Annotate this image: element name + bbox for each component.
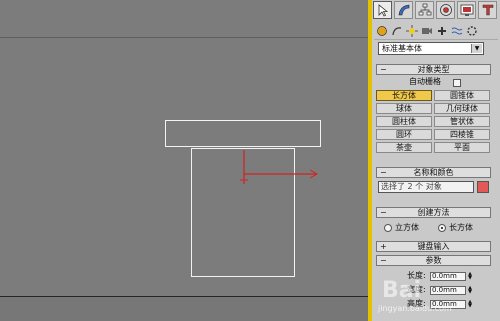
autogrid-checkbox[interactable] bbox=[453, 79, 461, 87]
pyramid-button[interactable]: 四棱锥 bbox=[434, 129, 490, 140]
transform-gizmo-icon[interactable] bbox=[230, 150, 330, 200]
name-color-rollout-header[interactable]: − 名称和颜色 bbox=[376, 167, 491, 178]
rollout-title: 创建方法 bbox=[417, 208, 450, 217]
lights-icon[interactable] bbox=[404, 24, 419, 38]
height-label: 高度: bbox=[407, 299, 426, 308]
box-radio-label: 长方体 bbox=[449, 223, 473, 232]
height-spinner[interactable]: 0.0mm bbox=[430, 300, 466, 309]
hierarchy-tab-icon[interactable] bbox=[415, 1, 434, 19]
cylinder-button[interactable]: 圆柱体 bbox=[376, 116, 432, 127]
cube-radio-label: 立方体 bbox=[395, 223, 419, 232]
creation-method-rollout-header[interactable]: − 创建方法 bbox=[376, 207, 491, 218]
rollout-collapse-icon: − bbox=[380, 168, 387, 177]
rollout-expand-icon: + bbox=[380, 242, 387, 251]
parameters-rollout-header[interactable]: − 参数 bbox=[376, 255, 491, 266]
command-tabs bbox=[373, 1, 497, 21]
length-spinner-arrows-icon[interactable]: ▲ ▼ bbox=[467, 272, 473, 281]
torus-button[interactable]: 圆环 bbox=[376, 129, 432, 140]
width-label: 宽度: bbox=[407, 285, 426, 294]
length-label: 长度: bbox=[407, 271, 426, 280]
plane-button[interactable]: 平面 bbox=[434, 142, 490, 153]
rollout-collapse-icon: − bbox=[380, 256, 387, 265]
rollout-collapse-icon: − bbox=[380, 208, 387, 217]
helpers-icon[interactable] bbox=[434, 24, 449, 38]
keyboard-entry-rollout-header[interactable]: + 键盘输入 bbox=[376, 241, 491, 252]
rollout-collapse-icon: − bbox=[380, 65, 387, 74]
display-tab-icon[interactable] bbox=[457, 1, 476, 19]
object-color-swatch[interactable] bbox=[477, 181, 489, 193]
modify-tab-icon[interactable] bbox=[394, 1, 413, 19]
create-tab-icon[interactable] bbox=[373, 1, 392, 19]
box-button[interactable]: 长方体 bbox=[376, 90, 432, 101]
sphere-button[interactable]: 球体 bbox=[376, 103, 432, 114]
length-spinner[interactable]: 0.0mm bbox=[430, 272, 466, 281]
tube-button[interactable]: 管状体 bbox=[434, 116, 490, 127]
create-category-icons bbox=[374, 23, 498, 40]
cone-button[interactable]: 圆锥体 bbox=[434, 90, 490, 101]
category-dropdown-value: 标准基本体 bbox=[382, 44, 422, 53]
teapot-button[interactable]: 茶壶 bbox=[376, 142, 432, 153]
utilities-tab-icon[interactable] bbox=[478, 1, 497, 19]
rollout-title: 参数 bbox=[425, 256, 442, 265]
object-name-field[interactable]: 选择了 2 个 对象 bbox=[378, 181, 474, 193]
rollout-title: 对象类型 bbox=[417, 65, 450, 74]
box-object-top-slab[interactable] bbox=[165, 120, 321, 147]
geosphere-button[interactable]: 几何球体 bbox=[434, 103, 490, 114]
rollout-title: 名称和颜色 bbox=[413, 168, 454, 177]
geometry-icon[interactable] bbox=[374, 24, 389, 38]
rollout-title: 键盘输入 bbox=[417, 242, 450, 251]
width-spinner-arrows-icon[interactable]: ▲ ▼ bbox=[467, 286, 473, 295]
object-type-rollout-header[interactable]: − 对象类型 bbox=[376, 64, 491, 75]
height-spinner-arrows-icon[interactable]: ▲ ▼ bbox=[467, 300, 473, 309]
shapes-icon[interactable] bbox=[389, 24, 404, 38]
cube-radio[interactable] bbox=[384, 224, 392, 232]
space-warps-icon[interactable] bbox=[449, 24, 464, 38]
perspective-viewport[interactable] bbox=[0, 0, 368, 321]
viewport-bottom-strip bbox=[0, 297, 368, 321]
systems-icon[interactable] bbox=[464, 24, 479, 38]
autogrid-label: 自动栅格 bbox=[409, 77, 441, 86]
width-spinner[interactable]: 0.0mm bbox=[430, 286, 466, 295]
chevron-down-icon[interactable]: ▼ bbox=[471, 44, 482, 53]
viewport-top-edge bbox=[0, 37, 368, 38]
motion-tab-icon[interactable] bbox=[436, 1, 455, 19]
cameras-icon[interactable] bbox=[419, 24, 434, 38]
category-dropdown[interactable]: 标准基本体 ▼ bbox=[378, 42, 484, 55]
command-panel: 标准基本体 ▼ − 对象类型 自动栅格 长方体 圆锥体 球体 几何球体 圆柱体 … bbox=[372, 0, 500, 321]
box-radio[interactable] bbox=[438, 224, 446, 232]
